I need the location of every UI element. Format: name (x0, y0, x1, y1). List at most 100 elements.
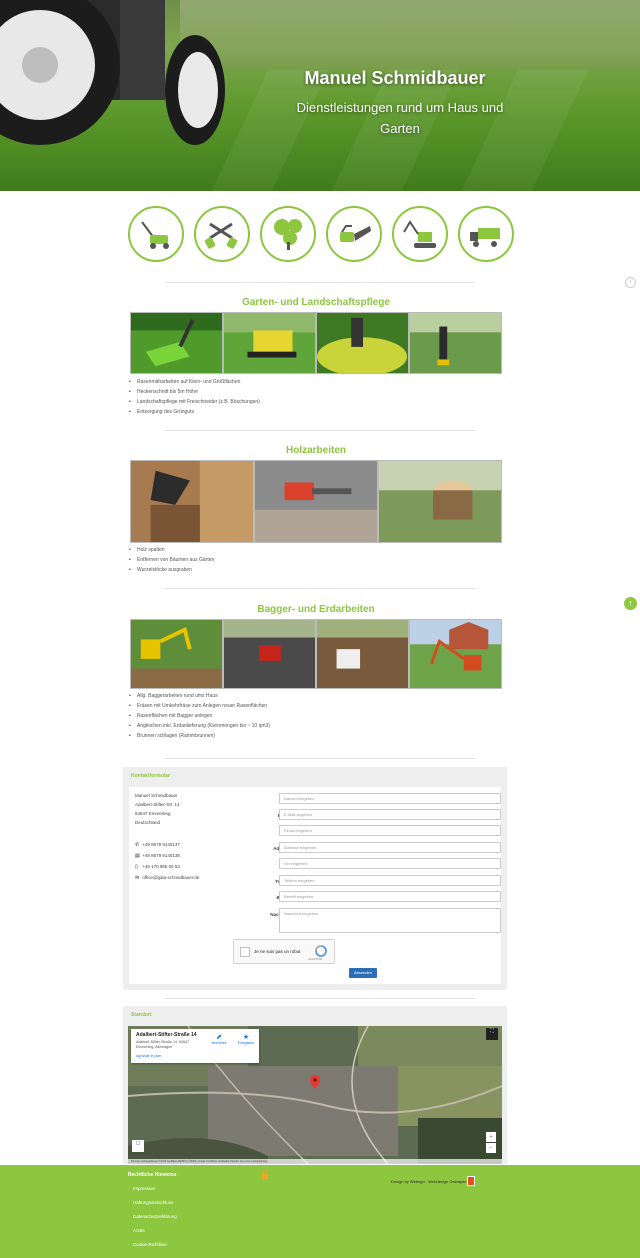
phone-icon: ✆ (135, 842, 140, 848)
map-attribution: Données cartographiques ©2019 GeoBasis-D… (128, 1159, 502, 1164)
trees-icon[interactable] (260, 206, 316, 262)
photo-ride-on-mower (223, 312, 316, 374)
divider (165, 998, 475, 999)
scroll-to-top-icon[interactable]: ↑ (624, 597, 637, 610)
map-place-card: Adalbert-Stifter-Straße 14 Adalbert-Stif… (131, 1029, 259, 1063)
divider (165, 282, 475, 283)
recaptcha-logo-icon (315, 945, 327, 957)
fax-number: +49 8679 9140138 (142, 853, 180, 858)
footer-heading: Rechtliche Hinweise (128, 1172, 177, 1178)
contact-form-header: Kontaktformular (131, 773, 170, 779)
list-item: Fräsen mit Umkehrfräse zum Anlegen neuer… (129, 701, 270, 711)
section-title-wood: Holzarbeiten (285, 445, 346, 456)
page-title: Manuel Schmidbauer (304, 68, 486, 88)
phone-input[interactable]: Telefon eingeben (279, 875, 501, 886)
photo-brush-cutting (409, 312, 502, 374)
list-item: Entsorgung des Grünguts (129, 407, 260, 417)
address-city: 84547 Emmerting (135, 811, 171, 816)
list-item: Wurzelstöcke ausgraben (129, 565, 214, 575)
zoom-in-button[interactable]: + (486, 1132, 496, 1142)
list-item: Entfernen von Bäumen aus Gärten (129, 555, 214, 565)
address-country: Deutschland (135, 820, 161, 825)
section-title-garden: Garten- und Landschaftspflege (242, 297, 390, 308)
recaptcha-brand: reCAPTCHA (308, 958, 323, 961)
section-title-excavation: Bagger- und Erdarbeiten (257, 604, 375, 615)
photo-lawnmower (130, 312, 223, 374)
info-icon[interactable]: i (625, 277, 636, 288)
mobile-icon: ▯ (135, 864, 138, 870)
footer-link-agb[interactable]: AGBs (133, 1228, 145, 1233)
map-save-label: Enregistrer (237, 1041, 255, 1045)
footer-link-disclaimer[interactable]: Haftungsausschluss (133, 1200, 173, 1205)
dump-truck-icon[interactable] (458, 206, 514, 262)
chainsaw-icon[interactable] (326, 206, 382, 262)
fax-line: ▤ +49 8679 9140138 (135, 851, 180, 861)
hero-banner: Manuel Schmidbauer Dienstleistungen rund… (0, 0, 640, 191)
address-street: Adalbert-Stifter-Str. 14 (135, 802, 180, 807)
bullet-list-excavation: Allg. Baggerarbeiten rund ums Haus Fräse… (128, 691, 270, 741)
footer-link-cookies[interactable]: Cookie-Richtlinie (133, 1242, 167, 1247)
map-place-title: Adalbert-Stifter-Straße 14 (136, 1032, 197, 1038)
map-marker-icon[interactable] (310, 1075, 320, 1089)
company-input[interactable]: Firma eingeben (279, 825, 501, 836)
address-input[interactable]: Adresse eingeben (279, 842, 501, 853)
fullscreen-icon[interactable]: ⛶ (486, 1028, 498, 1040)
mobile-line: ▯ +49 170 966 05 53 (135, 862, 180, 872)
photo-wood-splitting (130, 460, 254, 543)
fax-icon: ▤ (135, 853, 140, 859)
webego-badge-icon[interactable] (467, 1176, 475, 1186)
recaptcha-label: Je ne suis pas un robot (254, 949, 301, 954)
email-line: ✉ office@gala-schmidbauer.de (135, 873, 199, 883)
map-directions-button[interactable]: ⬈ Itinéraires (209, 1033, 229, 1045)
city-input[interactable]: Ort eingeben (279, 858, 501, 869)
map-enlarge-link[interactable]: Agrandir le plan (136, 1054, 161, 1058)
lawnmower-icon[interactable] (128, 206, 184, 262)
photo-tree-stump (378, 460, 502, 543)
address-block: Manuel Schmidbauer Adalbert-Stifter-Str.… (135, 791, 180, 827)
list-item: Holz spalten (129, 545, 214, 555)
list-item: Brunnen schlagen (Rammbrunnen) (129, 731, 270, 741)
phone-line: ✆ +49 8679 9140137 (135, 840, 180, 850)
zoom-out-button[interactable]: − (486, 1143, 496, 1153)
list-item: Heckenschnitt bis 5m Höhe (129, 387, 260, 397)
divider (165, 430, 475, 431)
lock-icon[interactable] (261, 1170, 269, 1179)
hero-sky (180, 0, 640, 70)
list-item: Landschaftspflege mit Freischneider (z.B… (129, 397, 260, 407)
photo-mini-excavator (409, 619, 502, 689)
email-link[interactable]: office@gala-schmidbauer.de (142, 875, 199, 880)
star-icon: ★ (242, 1034, 250, 1041)
hedge-shears-icon[interactable] (194, 206, 250, 262)
submit-button[interactable]: Absenden (349, 968, 377, 978)
email-input[interactable]: E-Mail angeben (279, 809, 501, 820)
page-subtitle: Dienstleistungen rund um Haus und Garten (296, 100, 504, 136)
pegman-icon[interactable]: ◻ (132, 1140, 144, 1152)
phone-number: +49 8679 9140137 (142, 842, 180, 847)
name-input[interactable]: Namen eingeben (279, 793, 501, 804)
map-save-button[interactable]: ★ Enregistrer (235, 1033, 257, 1045)
excavator-icon[interactable] (392, 206, 448, 262)
photo-earthworks (316, 619, 409, 689)
recaptcha-checkbox[interactable] (240, 947, 250, 957)
location-panel: Standort Adalbert-Stifter-Straße 14 Adal… (123, 1006, 507, 1164)
photo-rotary-tiller (223, 619, 316, 689)
contact-form-panel: Kontaktformular Manuel Schmidbauer Adalb… (123, 767, 507, 990)
directions-icon: ⬈ (216, 1034, 222, 1041)
message-textarea[interactable]: Nachricht eingeben (279, 908, 501, 933)
map-directions-label: Itinéraires (211, 1041, 227, 1045)
mobile-number: +49 170 966 05 53 (142, 864, 180, 869)
bullet-list-wood: Holz spalten Entfernen von Bäumen aus Gä… (128, 545, 214, 575)
list-item: Rasenmäharbeiten auf Klein- und Großfläc… (129, 377, 260, 387)
contact-form: Manuel Schmidbauer Adalbert-Stifter-Str.… (129, 787, 501, 984)
envelope-icon: ✉ (135, 875, 140, 881)
photo-hedge-trimming (316, 312, 409, 374)
footer-link-privacy[interactable]: Datenschutzerklärung (133, 1214, 177, 1219)
footer-link-impressum[interactable]: Impressum (133, 1186, 155, 1191)
subject-input[interactable]: Betreff eingeben (279, 891, 501, 902)
address-name: Manuel Schmidbauer (135, 793, 178, 798)
google-map[interactable]: Adalbert-Stifter-Straße 14 Adalbert-Stif… (128, 1026, 502, 1164)
service-icons (128, 206, 514, 262)
map-place-address: Adalbert-Stifter-Straße 14, 84547 Emmert… (136, 1040, 189, 1049)
design-credit[interactable]: Design by Webego - Webdesign Ostbayern (391, 1179, 468, 1184)
recaptcha-widget: Je ne suis pas un robot reCAPTCHA (233, 939, 335, 964)
